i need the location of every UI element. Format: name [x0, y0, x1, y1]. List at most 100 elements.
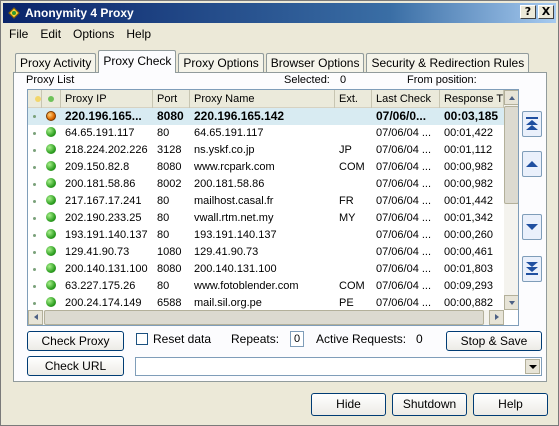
close-button[interactable]: X [538, 5, 554, 19]
move-up-button[interactable] [522, 151, 542, 177]
url-combo[interactable] [135, 357, 542, 376]
status-ok-icon [46, 263, 56, 274]
app-window: Anonymity 4 Proxy ? X File Edit Options … [0, 0, 559, 426]
row-marker [28, 142, 42, 159]
row-marker [28, 108, 42, 125]
cell-proxy-name: 64.65.191.117 [194, 127, 264, 139]
stop-save-button[interactable]: Stop & Save [446, 331, 542, 351]
col-response-time[interactable]: Response Time [440, 90, 504, 108]
cell-port: 3128 [157, 144, 182, 156]
move-bottom-button[interactable] [522, 256, 542, 282]
cell-last-check: 07/06/04 ... [376, 280, 432, 292]
table-row[interactable]: 200.181.58.86 8002 200.181.58.86 07/06/04 .… [28, 176, 504, 193]
cell-response-time: 00:00,982 [444, 178, 493, 190]
proxy-list[interactable]: Proxy IP Port Proxy Name Ext. Last Check… [27, 89, 519, 326]
cell-last-check: 07/06/04 ... [376, 161, 432, 173]
row-marker-icon [33, 284, 36, 288]
menu-file[interactable]: File [3, 27, 34, 41]
table-row[interactable]: 193.191.140.137 80 193.191.140.137 07/06/04… [28, 227, 504, 244]
row-status [42, 227, 61, 244]
table-row[interactable]: 218.224.202.226 3128 ns.yskf.co.jp JP 07/06/… [28, 142, 504, 159]
tab-browser-options[interactable]: Browser Options [265, 53, 365, 73]
vertical-scroll-thumb[interactable] [504, 106, 518, 204]
tab-proxy-activity[interactable]: Proxy Activity [15, 53, 97, 73]
row-marker-icon [33, 182, 36, 186]
table-row[interactable]: 64.65.191.117 80 64.65.191.117 07/06/04 ...… [28, 125, 504, 142]
cell-last-check: 07/06/04 ... [376, 263, 432, 275]
cell-proxy-ip: 200.140.131.100 [65, 263, 148, 275]
move-top-button[interactable] [522, 111, 542, 137]
table-row[interactable]: 200.140.131.100 8080 200.140.131.100 07/06/… [28, 261, 504, 278]
tab-proxy-check[interactable]: Proxy Check [98, 50, 177, 73]
col-ext[interactable]: Ext. [335, 90, 372, 108]
cell-response-time: 00:01,442 [444, 195, 493, 207]
row-status [42, 125, 61, 142]
title-bar[interactable]: Anonymity 4 Proxy ? X [3, 3, 556, 23]
table-row[interactable]: 217.167.17.241 80 mailhost.casal.fr FR 07/06… [28, 193, 504, 210]
cell-proxy-ip: 202.190.233.25 [65, 212, 142, 224]
row-status [42, 244, 61, 261]
cell-ext: MY [339, 212, 356, 224]
reset-data-checkbox[interactable] [136, 333, 148, 345]
cell-port: 1080 [157, 246, 182, 258]
tab-proxy-options[interactable]: Proxy Options [178, 53, 264, 73]
menu-edit[interactable]: Edit [34, 27, 67, 41]
row-marker [28, 210, 42, 227]
active-requests-label: Active Requests: [316, 332, 407, 346]
table-row[interactable]: 129.41.90.73 1080 129.41.90.73 07/06/04 ...… [28, 244, 504, 261]
cell-port: 80 [157, 127, 170, 139]
cell-response-time: 00:01,112 [444, 144, 493, 156]
col-marker[interactable] [28, 90, 42, 108]
cell-proxy-name: ns.yskf.co.jp [194, 144, 255, 156]
scroll-down-button[interactable] [504, 295, 518, 310]
row-status [42, 193, 61, 210]
horizontal-scroll-thumb[interactable] [44, 310, 484, 325]
cell-proxy-ip: 63.227.175.26 [65, 280, 136, 292]
cell-proxy-ip: 64.65.191.117 [65, 127, 135, 139]
table-row[interactable]: 220.196.165... 8080 220.196.165.142 07/06/0… [28, 108, 504, 125]
tab-security-rules[interactable]: Security & Redirection Rules [366, 53, 530, 73]
scroll-up-button[interactable] [504, 90, 518, 105]
check-url-button[interactable]: Check URL [27, 356, 124, 376]
cell-proxy-name: www.fotoblender.com [194, 280, 299, 292]
cell-proxy-ip: 129.41.90.73 [65, 246, 130, 258]
cell-port: 80 [157, 212, 170, 224]
table-row[interactable]: 209.150.82.8 8080 www.rcpark.com COM 07/06/0… [28, 159, 504, 176]
row-status [42, 278, 61, 295]
cell-proxy-ip: 218.224.202.226 [65, 144, 148, 156]
col-proxy-name[interactable]: Proxy Name [190, 90, 335, 108]
scroll-left-button[interactable] [28, 310, 43, 325]
row-marker-icon [33, 115, 36, 119]
table-row[interactable]: 63.227.175.26 80 www.fotoblender.com COM 07/… [28, 278, 504, 295]
move-down-button[interactable] [522, 214, 542, 240]
help-button[interactable]: Help [473, 393, 548, 416]
cell-response-time: 00:03,185 [444, 109, 499, 123]
help-title-button[interactable]: ? [520, 5, 536, 19]
row-marker-icon [33, 165, 36, 169]
cell-ext [335, 108, 372, 125]
cell-ext: JP [339, 144, 352, 156]
cell-port: 80 [157, 229, 170, 241]
menu-options[interactable]: Options [67, 27, 120, 41]
horizontal-scrollbar[interactable] [28, 310, 504, 325]
col-last-check[interactable]: Last Check [372, 90, 440, 108]
row-marker-icon [33, 267, 36, 271]
url-dropdown-arrow[interactable] [525, 359, 540, 374]
menu-help[interactable]: Help [120, 27, 157, 41]
col-proxy-ip[interactable]: Proxy IP [61, 90, 153, 108]
cell-last-check: 07/06/04 ... [376, 195, 432, 207]
check-proxy-button[interactable]: Check Proxy [27, 331, 124, 351]
repeats-input[interactable]: 0 [290, 331, 304, 347]
app-icon [7, 6, 21, 20]
hide-button[interactable]: Hide [311, 393, 386, 416]
shutdown-button[interactable]: Shutdown [392, 393, 467, 416]
window-title: Anonymity 4 Proxy [25, 6, 134, 20]
cell-ext [335, 125, 372, 142]
cell-last-check: 07/06/04 ... [376, 144, 432, 156]
col-status[interactable] [42, 90, 61, 108]
scroll-right-button[interactable] [489, 310, 504, 325]
table-row[interactable]: 202.190.233.25 80 vwall.rtm.net.my MY 07/06/… [28, 210, 504, 227]
col-port[interactable]: Port [153, 90, 190, 108]
vertical-scrollbar[interactable] [504, 90, 518, 310]
row-status [42, 108, 61, 125]
